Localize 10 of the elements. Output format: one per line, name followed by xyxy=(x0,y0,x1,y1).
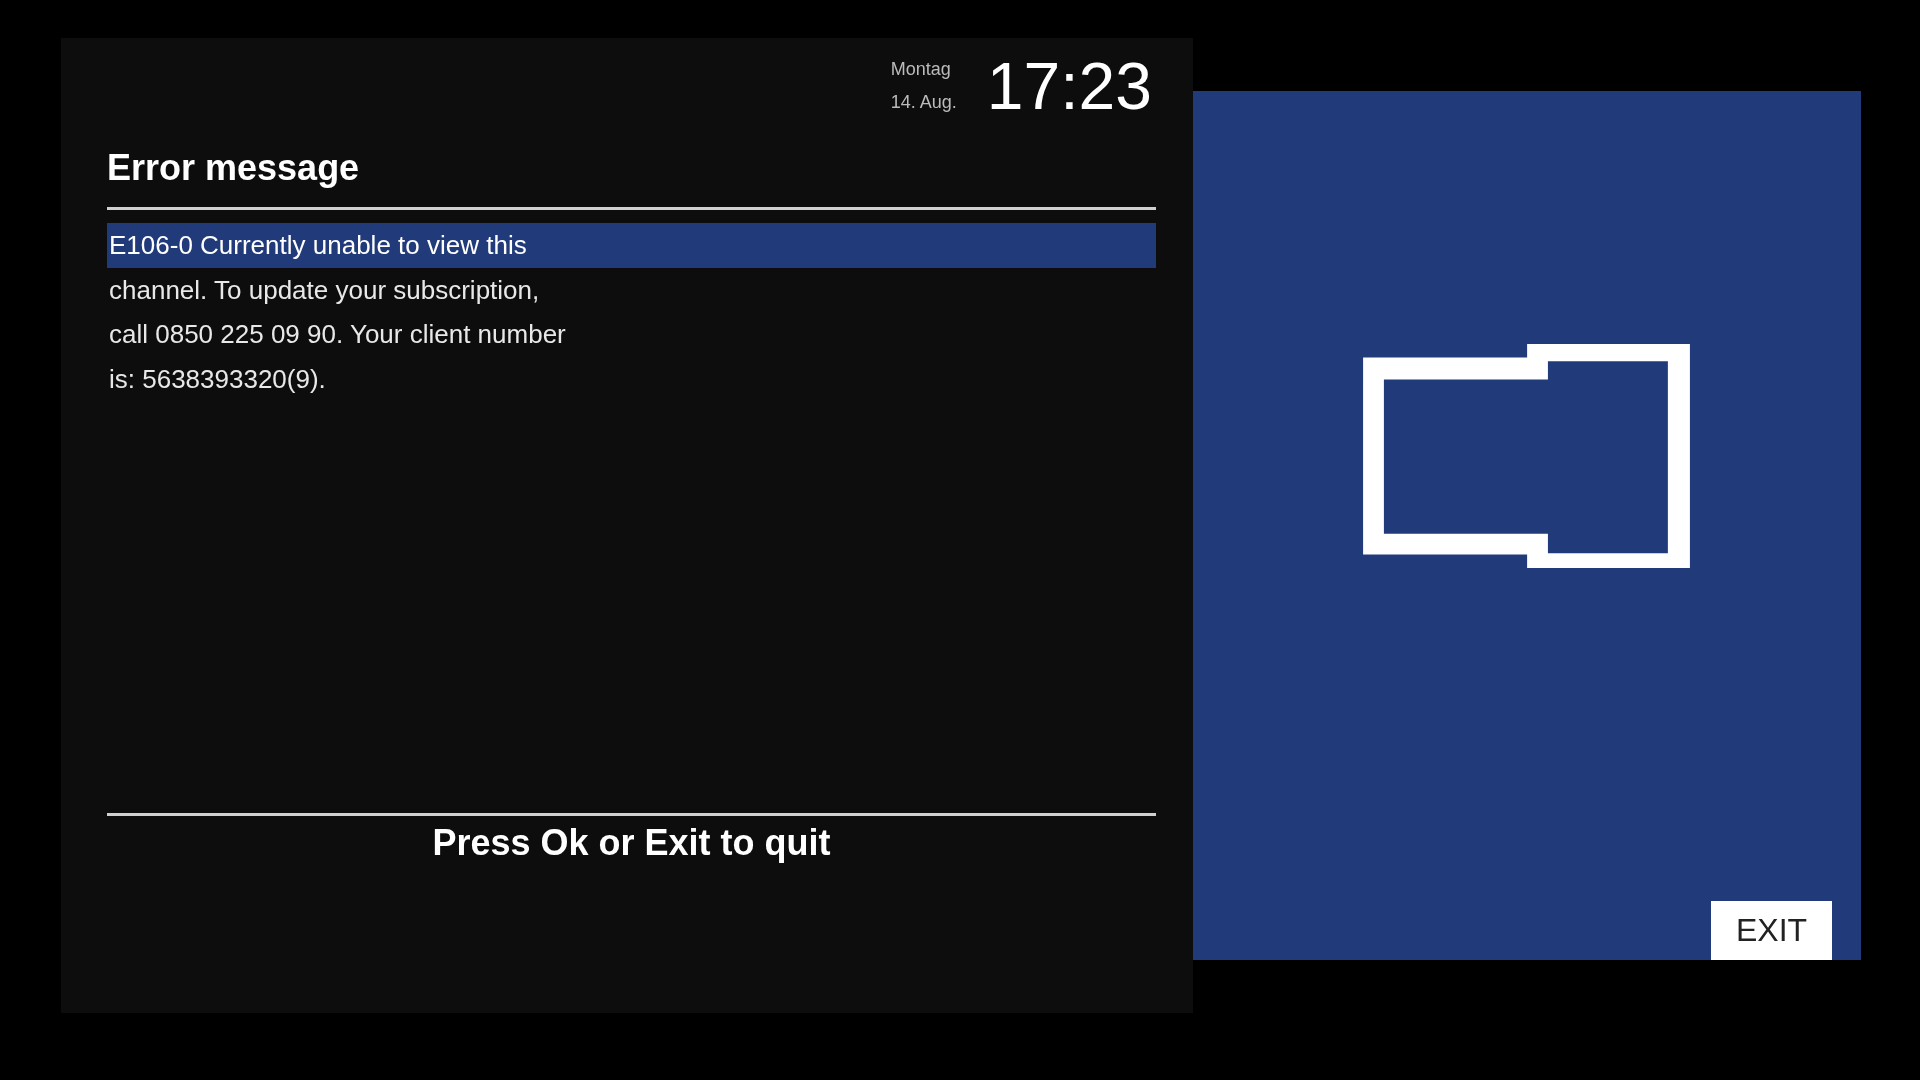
message-line[interactable]: is: 5638393320(9). xyxy=(107,356,1156,402)
weekday-label: Montag xyxy=(890,59,952,80)
message-line[interactable]: call 0850 225 09 90. Your client number xyxy=(107,312,1156,357)
date-label: 14. Aug. xyxy=(890,92,957,113)
footer-hint: Press Ok or Exit to quit xyxy=(431,822,832,864)
clock-time: 17:23 xyxy=(986,53,1152,119)
exit-button[interactable]: EXIT xyxy=(1711,901,1832,960)
message-line[interactable]: channel. To update your subscription, xyxy=(107,267,1156,313)
overlapping-rectangles-icon xyxy=(1363,344,1690,568)
dialog-title: Error message xyxy=(107,147,361,190)
